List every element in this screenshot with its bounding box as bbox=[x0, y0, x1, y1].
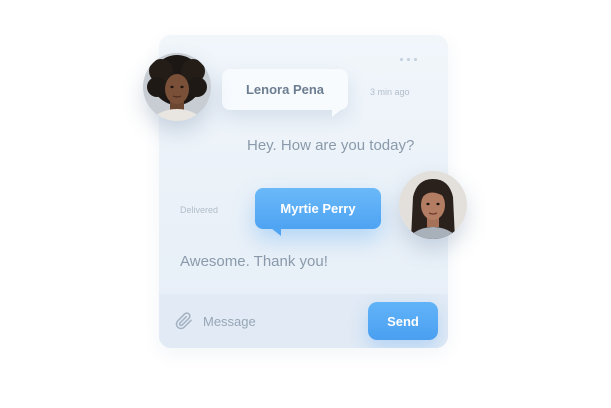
avatar-lenora-pena bbox=[143, 53, 211, 121]
outgoing-message-text: Awesome. Thank you! bbox=[180, 253, 328, 270]
send-button[interactable]: Send bbox=[368, 302, 438, 340]
incoming-sender-bubble: Lenora Pena bbox=[222, 69, 348, 117]
delivery-status: Delivered bbox=[180, 205, 219, 215]
dot bbox=[400, 58, 403, 61]
chat-widget-stage: Lenora Pena 3 min ago Hey. How are you t… bbox=[0, 0, 611, 408]
message-input[interactable] bbox=[203, 310, 353, 332]
avatar-myrtie-perry bbox=[399, 171, 467, 239]
dot bbox=[414, 58, 417, 61]
incoming-message-text: Hey. How are you today? bbox=[247, 137, 415, 154]
outgoing-sender-bubble: Myrtie Perry bbox=[255, 188, 381, 236]
dot bbox=[407, 58, 410, 61]
incoming-sender-name: Lenora Pena bbox=[245, 82, 325, 97]
message-composer: Send bbox=[159, 294, 448, 348]
message-timestamp: 3 min ago bbox=[370, 87, 410, 97]
outgoing-sender-name: Myrtie Perry bbox=[280, 201, 356, 216]
bubble-tail bbox=[332, 109, 342, 117]
paperclip-icon[interactable] bbox=[175, 312, 193, 330]
more-dots-icon[interactable] bbox=[400, 58, 417, 61]
bubble-tail bbox=[271, 228, 281, 236]
